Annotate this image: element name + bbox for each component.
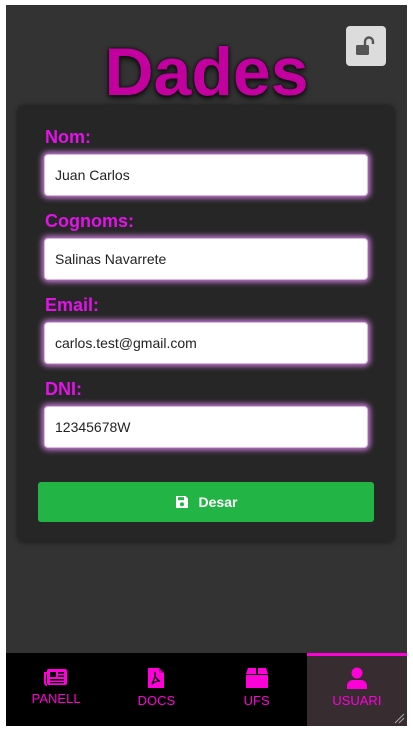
nav-item-usuari[interactable]: USUARI [306,653,407,726]
nav-label-panell: PANELL [31,691,81,706]
save-button-label: Desar [198,494,238,510]
email-label: Email: [45,295,100,315]
save-button[interactable]: Desar [38,482,374,522]
resize-grip-icon[interactable] [393,712,405,724]
app-frame: Dades Nom: Cognoms: Email: DNI: Desar [6,5,407,726]
box-icon [245,668,268,688]
user-icon [346,667,367,689]
floppy-disk-icon [175,496,188,508]
nav-label-ufs: UFS [243,693,270,708]
bottom-navigation: PANELL DOCS UFS USUARI [6,653,407,726]
nav-label-docs: DOCS [137,693,176,708]
newspaper-icon [44,669,68,686]
dni-label: DNI: [45,379,82,399]
nav-item-docs[interactable]: DOCS [106,653,206,726]
nav-item-ufs[interactable]: UFS [207,653,307,726]
user-data-form: Nom: Cognoms: Email: DNI: Desar [18,106,394,542]
surnames-field[interactable] [44,238,368,280]
lock-button[interactable] [346,26,386,66]
name-field[interactable] [44,154,368,196]
nav-label-usuari: USUARI [332,693,382,708]
dni-field[interactable] [44,406,368,448]
pdf-file-icon [148,668,165,688]
unlock-icon [356,36,375,55]
nav-item-panell[interactable]: PANELL [6,653,106,726]
name-label: Nom: [45,127,91,147]
email-field[interactable] [44,322,368,364]
surnames-label: Cognoms: [45,211,134,231]
